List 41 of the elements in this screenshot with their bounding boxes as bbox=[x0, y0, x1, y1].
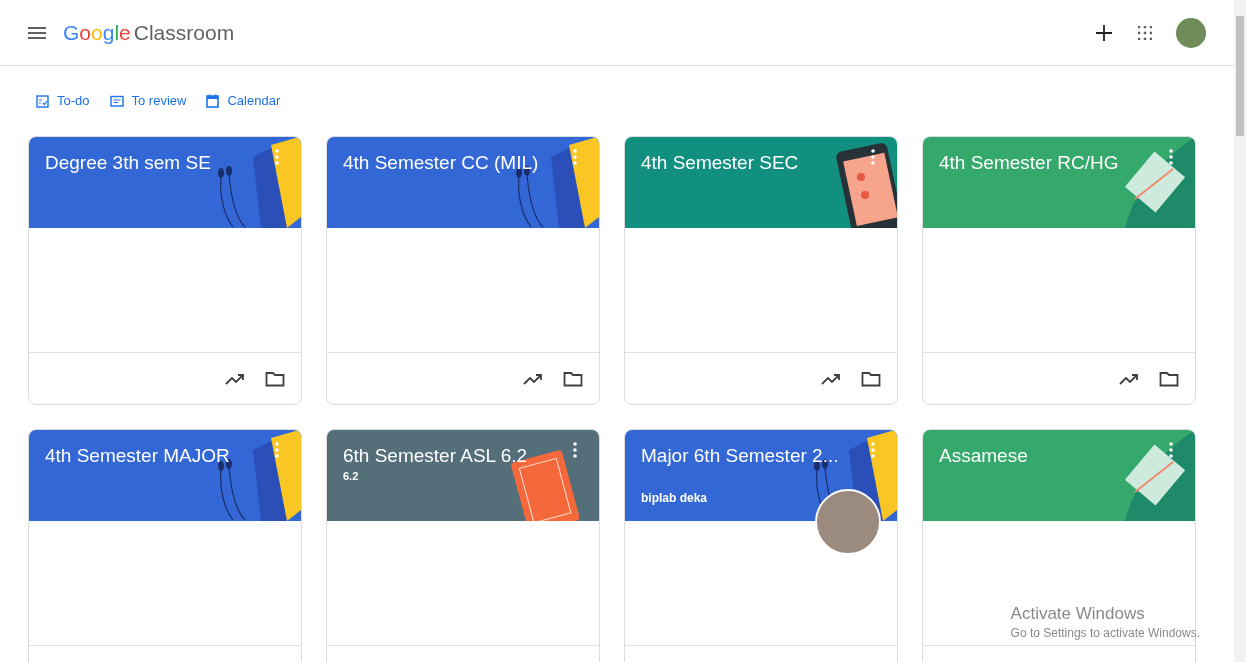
apps-grid-icon[interactable] bbox=[1138, 25, 1152, 40]
class-title[interactable]: Degree 3th sem SE bbox=[45, 151, 285, 175]
class-title[interactable]: 4th Semester RC/HG bbox=[939, 151, 1179, 175]
profile-avatar[interactable] bbox=[1176, 17, 1206, 48]
folder-icon[interactable] bbox=[1159, 370, 1179, 387]
class-title[interactable]: Major 6th Semester 2... bbox=[641, 444, 881, 468]
more-options-icon[interactable] bbox=[871, 149, 875, 165]
trending-up-icon[interactable] bbox=[523, 372, 543, 385]
trending-up-icon[interactable] bbox=[821, 372, 841, 385]
teacher-name: biplab deka bbox=[641, 490, 708, 507]
plus-icon[interactable] bbox=[1096, 24, 1112, 41]
product-name: Classroom bbox=[133, 19, 235, 46]
nav-link[interactable]: To review bbox=[109, 91, 187, 111]
menu-icon[interactable] bbox=[28, 26, 46, 39]
class-card[interactable]: 4th Semester CC (MIL) bbox=[326, 136, 600, 405]
class-card[interactable]: 4th Semester RC/HG bbox=[922, 136, 1196, 405]
activation-title: Activate Windows bbox=[1010, 604, 1146, 624]
class-title[interactable]: 4th Semester SEC bbox=[641, 151, 881, 175]
class-section: 6.2 bbox=[343, 468, 583, 485]
class-title[interactable]: 6th Semester ASL 6.2 bbox=[343, 444, 583, 468]
folder-icon[interactable] bbox=[563, 370, 583, 387]
google-logo[interactable]: Google bbox=[63, 16, 131, 49]
folder-icon[interactable] bbox=[265, 370, 285, 387]
nav-link[interactable]: Calendar bbox=[206, 91, 281, 111]
checklist-icon bbox=[36, 94, 49, 108]
nav-link[interactable]: To-do bbox=[36, 91, 90, 111]
class-card[interactable]: Major 6th Semester 2... biplab deka bbox=[624, 429, 898, 662]
class-card[interactable]: Degree 3th sem SE bbox=[28, 136, 302, 405]
scrollbar[interactable] bbox=[1234, 0, 1246, 662]
trending-up-icon[interactable] bbox=[1119, 372, 1139, 385]
class-card[interactable]: 6th Semester ASL 6.2 6.2 bbox=[326, 429, 600, 662]
class-title[interactable]: Assamese bbox=[939, 444, 1179, 468]
teacher-avatar bbox=[815, 489, 881, 555]
folder-icon[interactable] bbox=[861, 370, 881, 387]
class-card[interactable]: 4th Semester SEC bbox=[624, 136, 898, 405]
tray-icon bbox=[109, 95, 124, 107]
class-title[interactable]: 4th Semester CC (MIL) bbox=[343, 151, 583, 175]
trending-up-icon[interactable] bbox=[225, 372, 245, 385]
class-title[interactable]: 4th Semester MAJOR bbox=[45, 444, 285, 468]
calendar-icon bbox=[206, 94, 220, 108]
class-card[interactable]: 4th Semester MAJOR bbox=[28, 429, 302, 662]
